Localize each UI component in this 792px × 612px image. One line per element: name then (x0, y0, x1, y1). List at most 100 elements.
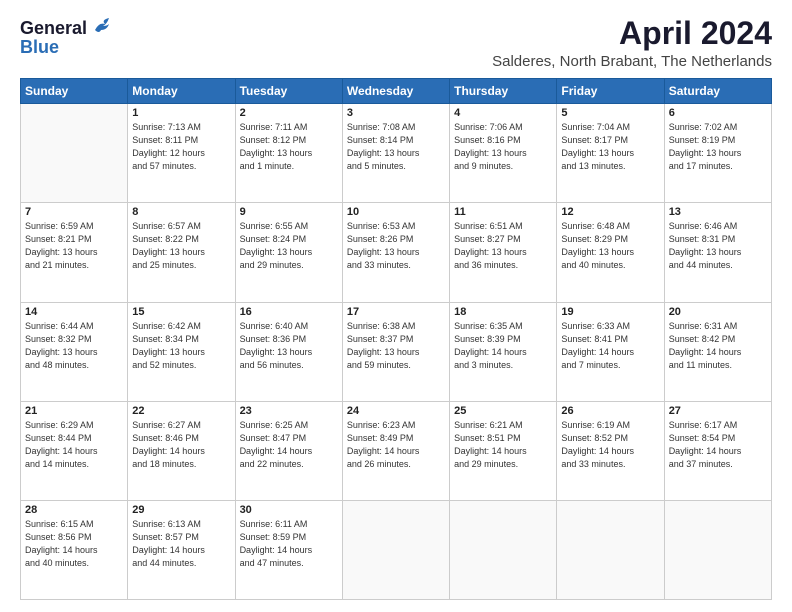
logo-blue-text: Blue (20, 37, 59, 58)
table-row: 20 Sunrise: 6:31 AMSunset: 8:42 PMDayligh… (664, 302, 771, 401)
table-row: 10Sunrise: 6:53 AMSunset: 8:26 PMDayligh… (342, 203, 449, 302)
day-number: 1 (132, 107, 230, 119)
header: General Blue April 2024 Salderes, North … (20, 16, 772, 70)
table-row: 25 Sunrise: 6:21 AMSunset: 8:51 PMDayligh… (450, 401, 557, 500)
day-info: Sunrise: 6:15 AMSunset: 8:56 PMDaylight:… (25, 518, 123, 570)
day-info: Sunrise: 6:17 AMSunset: 8:54 PMDaylight:… (669, 419, 767, 471)
table-row: 17 Sunrise: 6:38 AMSunset: 8:37 PMDayligh… (342, 302, 449, 401)
weekday-header-row: Sunday Monday Tuesday Wednesday Thursday… (21, 79, 772, 104)
table-row: 22 Sunrise: 6:27 AMSunset: 8:46 PMDayligh… (128, 401, 235, 500)
day-number: 10 (347, 206, 445, 218)
day-info: Sunrise: 7:08 AMSunset: 8:14 PMDaylight:… (347, 121, 445, 173)
day-info: Sunrise: 6:59 AMSunset: 8:21 PMDaylight:… (25, 220, 123, 272)
table-row (557, 500, 664, 599)
month-title: April 2024 (492, 16, 772, 51)
day-info: Sunrise: 6:21 AMSunset: 8:51 PMDaylight:… (454, 419, 552, 471)
day-info: Sunrise: 6:51 AMSunset: 8:27 PMDaylight:… (454, 220, 552, 272)
header-monday: Monday (128, 79, 235, 104)
calendar-week-row: 1 Sunrise: 7:13 AMSunset: 8:11 PMDaylight… (21, 104, 772, 203)
day-info: Sunrise: 6:25 AMSunset: 8:47 PMDaylight:… (240, 419, 338, 471)
title-block: April 2024 Salderes, North Brabant, The … (492, 16, 772, 70)
day-number: 19 (561, 306, 659, 318)
table-row: 7 Sunrise: 6:59 AMSunset: 8:21 PMDaylight… (21, 203, 128, 302)
day-number: 25 (454, 405, 552, 417)
day-number: 17 (347, 306, 445, 318)
day-number: 5 (561, 107, 659, 119)
header-tuesday: Tuesday (235, 79, 342, 104)
table-row: 8Sunrise: 6:57 AMSunset: 8:22 PMDaylight… (128, 203, 235, 302)
day-number: 11 (454, 206, 552, 218)
day-number: 3 (347, 107, 445, 119)
calendar-week-row: 7 Sunrise: 6:59 AMSunset: 8:21 PMDaylight… (21, 203, 772, 302)
table-row (664, 500, 771, 599)
table-row: 14Sunrise: 6:44 AMSunset: 8:32 PMDayligh… (21, 302, 128, 401)
calendar-table: Sunday Monday Tuesday Wednesday Thursday… (20, 78, 772, 600)
table-row: 24Sunrise: 6:23 AMSunset: 8:49 PMDayligh… (342, 401, 449, 500)
table-row: 19 Sunrise: 6:33 AMSunset: 8:41 PMDayligh… (557, 302, 664, 401)
table-row: 2 Sunrise: 7:11 AMSunset: 8:12 PMDaylight… (235, 104, 342, 203)
header-saturday: Saturday (664, 79, 771, 104)
day-number: 30 (240, 504, 338, 516)
table-row: 4 Sunrise: 7:06 AMSunset: 8:16 PMDaylight… (450, 104, 557, 203)
day-info: Sunrise: 6:46 AMSunset: 8:31 PMDaylight:… (669, 220, 767, 272)
table-row: 6 Sunrise: 7:02 AMSunset: 8:19 PMDaylight… (664, 104, 771, 203)
day-number: 28 (25, 504, 123, 516)
table-row: 18Sunrise: 6:35 AMSunset: 8:39 PMDayligh… (450, 302, 557, 401)
calendar-week-row: 21Sunrise: 6:29 AMSunset: 8:44 PMDayligh… (21, 401, 772, 500)
day-number: 27 (669, 405, 767, 417)
day-number: 18 (454, 306, 552, 318)
day-info: Sunrise: 7:06 AMSunset: 8:16 PMDaylight:… (454, 121, 552, 173)
day-number: 6 (669, 107, 767, 119)
day-number: 12 (561, 206, 659, 218)
day-info: Sunrise: 6:19 AMSunset: 8:52 PMDaylight:… (561, 419, 659, 471)
table-row: 26 Sunrise: 6:19 AMSunset: 8:52 PMDayligh… (557, 401, 664, 500)
table-row: 3 Sunrise: 7:08 AMSunset: 8:14 PMDaylight… (342, 104, 449, 203)
day-info: Sunrise: 6:27 AMSunset: 8:46 PMDaylight:… (132, 419, 230, 471)
logo: General Blue (20, 16, 113, 58)
day-info: Sunrise: 7:11 AMSunset: 8:12 PMDaylight:… (240, 121, 338, 173)
day-number: 23 (240, 405, 338, 417)
calendar-week-row: 28 Sunrise: 6:15 AMSunset: 8:56 PMDayligh… (21, 500, 772, 599)
day-info: Sunrise: 6:38 AMSunset: 8:37 PMDaylight:… (347, 320, 445, 372)
table-row: 15 Sunrise: 6:42 AMSunset: 8:34 PMDayligh… (128, 302, 235, 401)
logo-bird-icon (91, 16, 113, 41)
day-info: Sunrise: 6:23 AMSunset: 8:49 PMDaylight:… (347, 419, 445, 471)
table-row: 13 Sunrise: 6:46 AMSunset: 8:31 PMDayligh… (664, 203, 771, 302)
header-friday: Friday (557, 79, 664, 104)
header-wednesday: Wednesday (342, 79, 449, 104)
day-number: 9 (240, 206, 338, 218)
table-row (342, 500, 449, 599)
table-row: 23 Sunrise: 6:25 AMSunset: 8:47 PMDayligh… (235, 401, 342, 500)
table-row: 12 Sunrise: 6:48 AMSunset: 8:29 PMDayligh… (557, 203, 664, 302)
table-row: 5 Sunrise: 7:04 AMSunset: 8:17 PMDaylight… (557, 104, 664, 203)
day-info: Sunrise: 6:29 AMSunset: 8:44 PMDaylight:… (25, 419, 123, 471)
day-info: Sunrise: 7:04 AMSunset: 8:17 PMDaylight:… (561, 121, 659, 173)
day-number: 22 (132, 405, 230, 417)
day-info: Sunrise: 6:42 AMSunset: 8:34 PMDaylight:… (132, 320, 230, 372)
day-info: Sunrise: 6:33 AMSunset: 8:41 PMDaylight:… (561, 320, 659, 372)
day-number: 16 (240, 306, 338, 318)
day-number: 4 (454, 107, 552, 119)
day-number: 7 (25, 206, 123, 218)
table-row (21, 104, 128, 203)
day-info: Sunrise: 6:40 AMSunset: 8:36 PMDaylight:… (240, 320, 338, 372)
day-number: 2 (240, 107, 338, 119)
header-sunday: Sunday (21, 79, 128, 104)
table-row: 29 Sunrise: 6:13 AMSunset: 8:57 PMDayligh… (128, 500, 235, 599)
day-number: 26 (561, 405, 659, 417)
day-info: Sunrise: 6:13 AMSunset: 8:57 PMDaylight:… (132, 518, 230, 570)
day-number: 13 (669, 206, 767, 218)
day-number: 8 (132, 206, 230, 218)
day-info: Sunrise: 6:44 AMSunset: 8:32 PMDaylight:… (25, 320, 123, 372)
day-info: Sunrise: 6:48 AMSunset: 8:29 PMDaylight:… (561, 220, 659, 272)
day-info: Sunrise: 6:31 AMSunset: 8:42 PMDaylight:… (669, 320, 767, 372)
day-info: Sunrise: 7:13 AMSunset: 8:11 PMDaylight:… (132, 121, 230, 173)
day-number: 15 (132, 306, 230, 318)
day-info: Sunrise: 6:55 AMSunset: 8:24 PMDaylight:… (240, 220, 338, 272)
header-thursday: Thursday (450, 79, 557, 104)
table-row: 28 Sunrise: 6:15 AMSunset: 8:56 PMDayligh… (21, 500, 128, 599)
day-info: Sunrise: 6:11 AMSunset: 8:59 PMDaylight:… (240, 518, 338, 570)
day-number: 20 (669, 306, 767, 318)
day-number: 29 (132, 504, 230, 516)
day-info: Sunrise: 7:02 AMSunset: 8:19 PMDaylight:… (669, 121, 767, 173)
